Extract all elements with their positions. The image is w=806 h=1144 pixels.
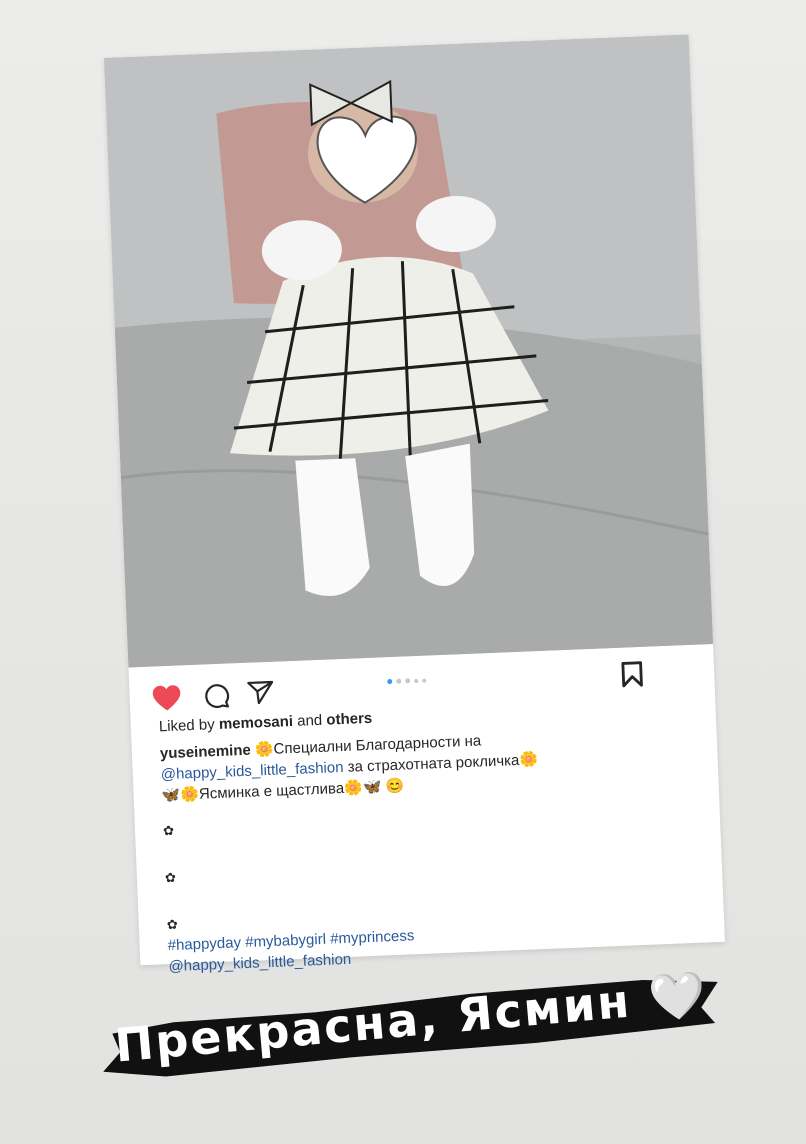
overlay-caption: Прекрасна, Ясмин 🤍 [113, 967, 711, 1074]
caption-mention[interactable]: @happy_kids_little_fashion [160, 759, 343, 783]
white-heart-icon: 🤍 [646, 966, 711, 1026]
smile-emoji: 😊 [385, 777, 405, 796]
carousel-dot [405, 678, 411, 684]
share-icon[interactable] [247, 680, 274, 705]
bookmark-icon[interactable] [621, 661, 644, 688]
comment-icon[interactable] [203, 682, 230, 709]
caption: yuseinemine 🌼Специални Благодарности на … [160, 722, 709, 977]
caption-username[interactable]: yuseinemine [160, 742, 251, 763]
instagram-post-card: Liked by memosani and others yuseinemine… [104, 34, 725, 975]
butterfly-emoji: 🦋 [362, 778, 382, 797]
carousel-dot [387, 678, 393, 685]
baby-photo-illustration [104, 34, 714, 668]
flower-emoji: 🌼 [254, 740, 274, 759]
post-text: Liked by memosani and others yuseinemine… [158, 695, 708, 977]
bullet-flower: ✿ [164, 869, 177, 886]
carousel-indicator [387, 678, 427, 685]
post-photo[interactable] [104, 34, 714, 668]
likes-prefix: Liked by [158, 715, 220, 736]
carousel-dot [414, 678, 419, 684]
bullet-flower: ✿ [166, 916, 179, 933]
story-text-overlay: Прекрасна, Ясмин 🤍 [98, 957, 735, 1094]
likes-others-link[interactable]: others [326, 710, 372, 729]
flower-emoji: 🌼 [343, 779, 364, 797]
flower-emoji: 🌼 [179, 785, 200, 804]
liker-username[interactable]: memosani [219, 713, 294, 733]
bullet-flower: ✿ [162, 822, 175, 839]
caption-mention-2[interactable]: @happy_kids_little_fashion [168, 951, 351, 975]
caption-text-happy: Ясминка е щастлива [198, 779, 345, 803]
caption-text-dress: за страхотната рокличка [343, 751, 520, 776]
heart-icon[interactable] [151, 683, 182, 712]
overlay-caption-text: Прекрасна, Ясмин [112, 973, 634, 1073]
likes-connector: and [292, 711, 327, 730]
butterfly-emoji: 🦋 [161, 786, 181, 805]
carousel-dot [422, 678, 427, 683]
flower-emoji: 🌼 [518, 751, 539, 769]
carousel-dot [396, 678, 402, 684]
